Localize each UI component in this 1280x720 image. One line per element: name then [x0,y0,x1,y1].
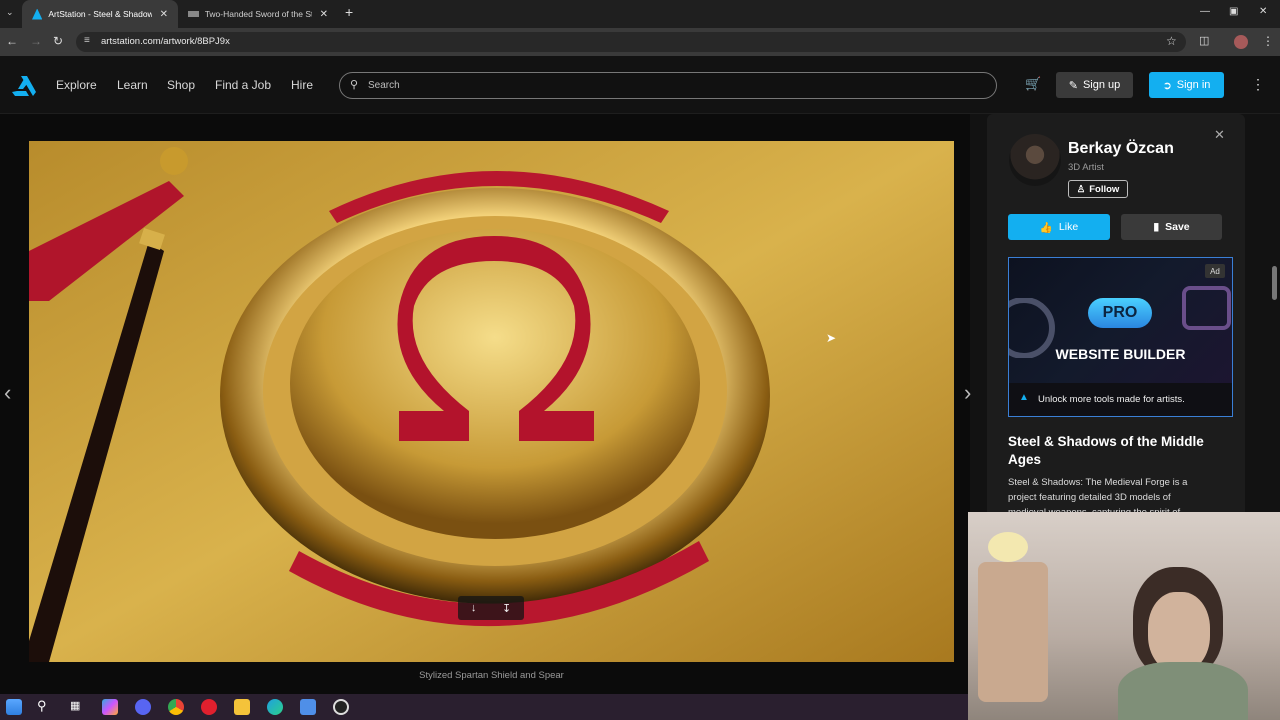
task-view-icon[interactable]: ▦ [70,699,80,712]
sign-up-label: Sign up [1082,79,1121,91]
reload-icon[interactable]: ↻ [53,34,63,48]
webcam-overlay [968,512,1280,720]
more-menu-icon[interactable]: ⋮ [1251,76,1265,93]
windows-start-icon[interactable] [6,699,22,715]
taskbar-search-icon[interactable]: ⚲ [37,698,47,714]
pro-badge: PRO [1088,298,1152,328]
artwork-image[interactable] [29,141,954,662]
project-title: Steel & Shadows of the Middle Ages [1008,434,1204,467]
site-info-icon[interactable]: ≡ [84,35,90,46]
browser-window-icon [1182,286,1231,330]
copilot-icon[interactable] [102,699,118,715]
artist-avatar[interactable] [1009,134,1061,186]
close-tab-icon[interactable]: ✕ [160,9,168,20]
download-icon[interactable]: ↓ [471,602,477,614]
ad-banner[interactable]: PRO WEBSITE BUILDER Ad ▲ Unlock more too… [1008,257,1233,417]
extensions-icon[interactable]: ◫ [1199,34,1209,47]
windows-taskbar: ⚲ ▦ [0,694,968,720]
sign-up-button[interactable]: ✎ Sign up [1056,72,1133,98]
like-button[interactable]: 👍 Like [1008,214,1110,240]
ad-tagline: Unlock more tools made for artists. [1038,394,1185,405]
nav-find-a-job[interactable]: Find a Job [215,78,271,92]
restore-icon[interactable]: ▣ [1229,6,1238,17]
browser-tab-strip: ⌄ ArtStation - Steel & Shadows o ✕ Two-H… [0,0,1280,28]
edge-icon[interactable] [267,699,283,715]
cart-icon[interactable]: 🛒 [1025,76,1041,92]
minimize-icon[interactable]: — [1200,6,1210,17]
previous-artwork-icon[interactable]: ‹ [4,380,11,406]
new-tab-icon[interactable]: + [345,4,353,20]
forward-icon[interactable]: → [30,34,42,48]
fit-height-icon[interactable]: ↧ [502,602,511,615]
scrollbar-thumb[interactable] [1272,266,1277,300]
artist-name[interactable]: Berkay Özcan [1068,140,1174,158]
tab-title: ArtStation - Steel & Shadows o [48,9,152,19]
artstation-logo-icon[interactable] [12,76,36,96]
nav-hire[interactable]: Hire [291,78,313,92]
browser-menu-icon[interactable]: ⋮ [1262,34,1274,48]
add-user-icon: ♙ [1076,183,1086,195]
tab-sword[interactable]: Two-Handed Sword of the Stat ✕ [178,0,338,28]
close-panel-icon[interactable]: ✕ [1214,127,1225,143]
follow-label: Follow [1089,183,1120,195]
mouse-cursor-icon: ➤ [826,331,837,345]
opera-icon[interactable] [201,699,217,715]
page-scrollbar[interactable] [1270,114,1280,512]
thumbs-up-icon: 👍 [1039,221,1053,234]
site-header: Explore Learn Shop Find a Job Hire ⚲ Sea… [0,56,1280,114]
page-favicon-icon [188,11,199,17]
artstation-favicon-icon [32,8,43,20]
sign-in-label: Sign in [1176,79,1211,91]
file-explorer-icon[interactable] [234,699,250,715]
save-label: Save [1165,221,1190,233]
back-icon[interactable]: ← [6,34,18,48]
address-bar-row: ← → ↻ ≡ artstation.com/artwork/8BPJ9x ☆ … [0,28,1280,56]
artstation-small-logo-icon: ▲ [1019,392,1029,403]
search-placeholder: Search [368,80,400,91]
tab-artstation[interactable]: ArtStation - Steel & Shadows o ✕ [22,0,178,28]
like-label: Like [1058,221,1079,233]
search-input[interactable]: ⚲ Search [339,72,997,99]
app-icon[interactable] [300,699,316,715]
nav-learn[interactable]: Learn [117,78,148,92]
discord-icon[interactable] [135,699,151,715]
ad-badge: Ad [1205,264,1225,278]
follow-button[interactable]: ♙ Follow [1068,180,1128,198]
chrome-icon[interactable] [168,699,184,715]
url-field[interactable]: ≡ artstation.com/artwork/8BPJ9x ☆ [76,32,1186,52]
project-description: Steel & Shadows: The Medieval Forge is a… [1008,477,1188,513]
bookmark-icon: ▮ [1153,221,1160,233]
tab-list-chevron-icon[interactable]: ⌄ [6,7,14,18]
ad-headline: WEBSITE BUILDER [1055,346,1186,362]
search-icon: ⚲ [350,79,359,91]
next-artwork-icon[interactable]: › [964,380,971,406]
save-button[interactable]: ▮ Save [1121,214,1222,240]
close-window-icon[interactable]: ✕ [1259,6,1267,17]
pencil-icon: ✎ [1068,79,1078,92]
sign-in-icon: ➲ [1162,79,1172,92]
ad-image: PRO WEBSITE BUILDER Ad [1009,258,1232,383]
profile-avatar[interactable] [1234,35,1248,49]
nav-shop[interactable]: Shop [167,78,195,92]
nav-explore[interactable]: Explore [56,78,97,92]
close-tab-icon[interactable]: ✕ [320,9,328,20]
image-toolbar: ↓ ↧ [458,596,524,620]
tab-title: Two-Handed Sword of the Stat [204,9,312,19]
obs-icon[interactable] [333,699,349,715]
bookmark-star-icon[interactable]: ☆ [1166,34,1177,48]
artwork-caption: Stylized Spartan Shield and Spear [419,670,564,681]
artist-role: 3D Artist [1068,162,1104,173]
spartan-shield-render [29,141,954,662]
sign-in-button[interactable]: ➲ Sign in [1149,72,1224,98]
url-text: artstation.com/artwork/8BPJ9x [101,36,230,47]
